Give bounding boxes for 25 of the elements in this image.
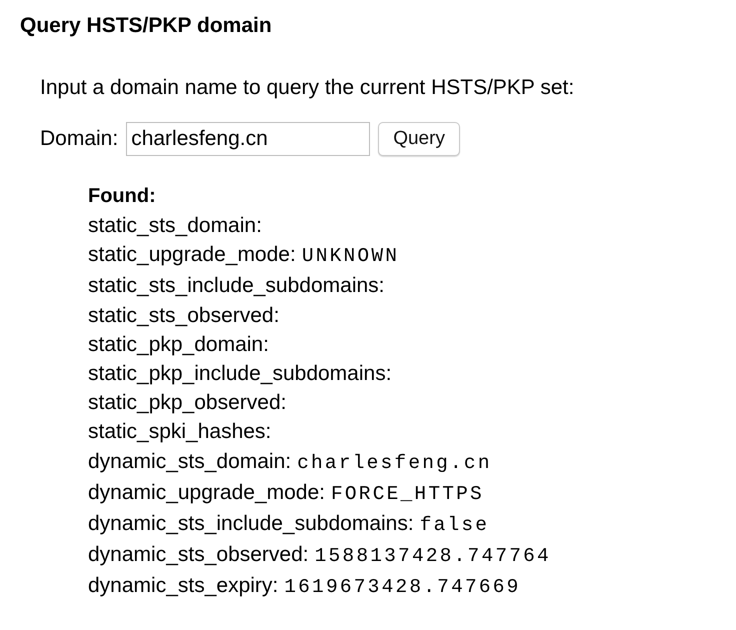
field-value: UNKNOWN [302, 244, 400, 270]
field-name: static_pkp_domain: [88, 332, 269, 358]
field-name: static_sts_domain: [88, 213, 262, 239]
instruction-text: Input a domain name to query the current HSTS/PKP set: [40, 75, 574, 101]
field-name: dynamic_sts_domain: [88, 448, 292, 475]
page-heading: Query HSTS/PKP domain [20, 13, 272, 39]
field-name: dynamic_upgrade_mode: [88, 480, 325, 506]
field-name: static_upgrade_mode: [88, 242, 296, 268]
field-name: static_pkp_observed: [88, 390, 286, 416]
field-name: dynamic_sts_observed: [88, 542, 309, 568]
field-name: static_sts_include_subdomains: [88, 273, 385, 300]
field-value: 1588137428.747764 [314, 544, 551, 570]
domain-label: Domain: [40, 127, 118, 151]
field-name: static_pkp_include_subdomains: [88, 361, 392, 388]
field-value: false [420, 513, 490, 538]
query-button[interactable]: Query [378, 122, 460, 156]
domain-input-field[interactable]: charlesfeng.cn [126, 122, 370, 156]
result-title: Found: [88, 184, 156, 209]
field-value: charlesfeng.cn [297, 450, 492, 476]
field-name: static_spki_hashes: [88, 419, 272, 446]
field-value: 1619673428.747669 [284, 575, 521, 600]
field-name: static_sts_observed: [88, 302, 280, 329]
field-name: dynamic_sts_expiry: [88, 573, 278, 600]
field-name: dynamic_sts_include_subdomains: [88, 511, 414, 538]
field-value: FORCE_HTTPS [331, 482, 484, 507]
